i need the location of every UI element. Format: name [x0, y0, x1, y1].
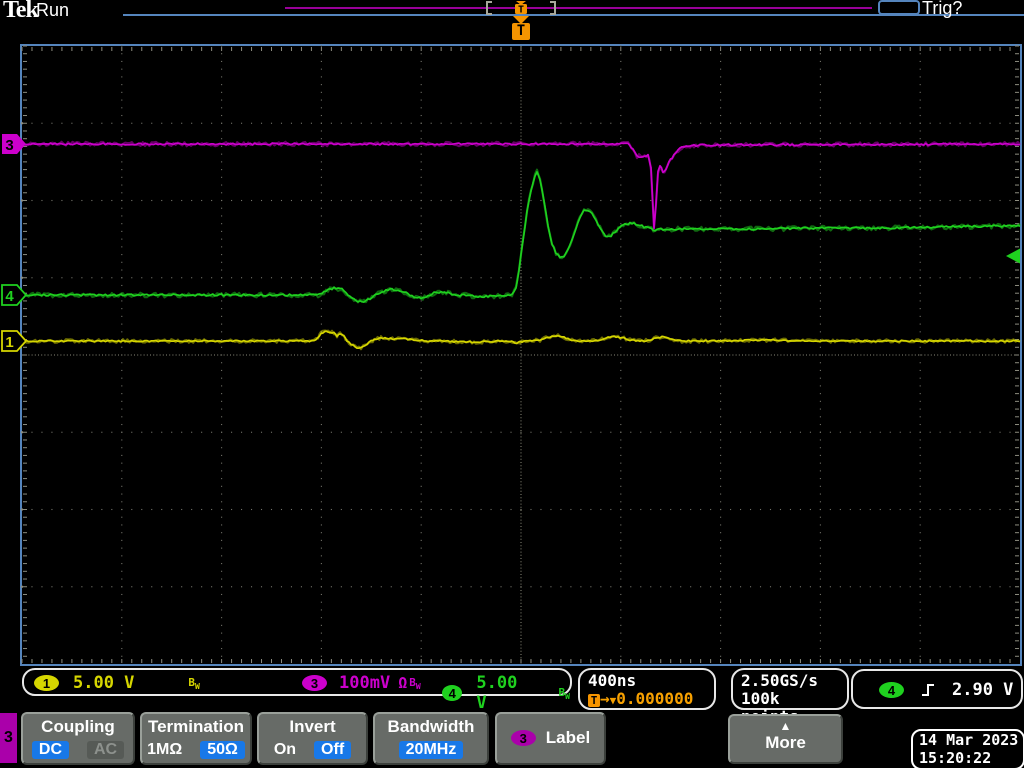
ch3-readout[interactable]: 3 100mV Ω BW	[302, 673, 421, 693]
ch4-scale: 5.00 V	[476, 673, 518, 713]
termination-50-option[interactable]: 50Ω	[200, 741, 245, 759]
ch3-bw-limit-icon: BW	[409, 675, 421, 691]
acquisition-readout-box[interactable]: 2.50GS/s 100k points	[731, 668, 849, 726]
invert-button[interactable]: Invert On Off	[257, 712, 368, 765]
svg-text:4: 4	[5, 288, 14, 305]
invert-on-option[interactable]: On	[274, 741, 296, 759]
trigger-position-t-icon[interactable]: T	[512, 23, 530, 40]
channel-menu-tab: 3	[0, 713, 17, 763]
date-label: 14 Mar 2023	[919, 731, 1019, 749]
ch4-bw-limit-icon: BW	[558, 685, 570, 701]
oscilloscope-screen: Tek Run Trig? T 3 4 1 T 1 5.00 V BW 3 100mV…	[0, 0, 1024, 768]
bandwidth-button[interactable]: Bandwidth 20MHz	[373, 712, 489, 765]
coupling-ac-option[interactable]: AC	[87, 741, 125, 759]
timebase-scale: 400ns	[588, 671, 637, 690]
ch3-termination-icon: Ω	[398, 674, 408, 692]
ch1-scale: 5.00 V	[73, 673, 135, 693]
svg-text:1: 1	[5, 334, 13, 351]
label-button[interactable]: 3 Label	[495, 712, 606, 765]
channel-readout-box[interactable]: 1 5.00 V BW 3 100mV Ω BW 4 5.00 V BW	[22, 668, 572, 713]
acquisition-status: Run	[36, 0, 70, 20]
ch4-badge: 4	[442, 685, 463, 701]
trigger-level: 2.90 V	[952, 680, 1014, 700]
trigger-status-label: Trig?	[922, 0, 963, 18]
ch3-scale: 100mV	[339, 673, 391, 693]
horizontal-readout-box[interactable]: 400ns T→▼0.000000 s	[578, 668, 716, 728]
coupling-button[interactable]: Coupling DC AC	[21, 712, 135, 765]
more-button[interactable]: ▲ More	[728, 714, 843, 764]
time-label: 15:20:22	[919, 749, 992, 767]
label-channel-badge: 3	[510, 730, 536, 746]
termination-1m-option[interactable]: 1MΩ	[147, 741, 182, 759]
ch3-badge: 3	[302, 675, 327, 691]
datetime-box: 14 Mar 2023 15:20:22	[911, 729, 1024, 768]
waveform-display	[20, 44, 1022, 666]
trigger-readout-box[interactable]: 4 2.90 V	[851, 669, 1023, 709]
trigger-t-chip-icon: T	[588, 694, 600, 707]
more-arrow-icon: ▲	[779, 719, 792, 733]
ch1-badge: 1	[34, 675, 59, 691]
bandwidth-20mhz-option[interactable]: 20MHz	[398, 741, 464, 759]
ch1-readout[interactable]: 1 5.00 V BW	[34, 673, 200, 693]
trigger-source-badge: 4	[879, 682, 904, 698]
coupling-dc-option[interactable]: DC	[31, 741, 69, 759]
rising-edge-icon	[922, 684, 934, 696]
invert-off-option[interactable]: Off	[314, 741, 352, 759]
svg-text:3: 3	[5, 137, 13, 154]
ch1-bw-limit-icon: BW	[188, 675, 200, 691]
trigger-state-box	[878, 0, 920, 15]
tek-logo: Tek	[3, 0, 39, 23]
termination-button[interactable]: Termination 1MΩ 50Ω	[140, 712, 252, 765]
sample-rate: 2.50GS/s	[741, 671, 819, 690]
ch4-readout[interactable]: 4 5.00 V BW	[442, 673, 570, 713]
